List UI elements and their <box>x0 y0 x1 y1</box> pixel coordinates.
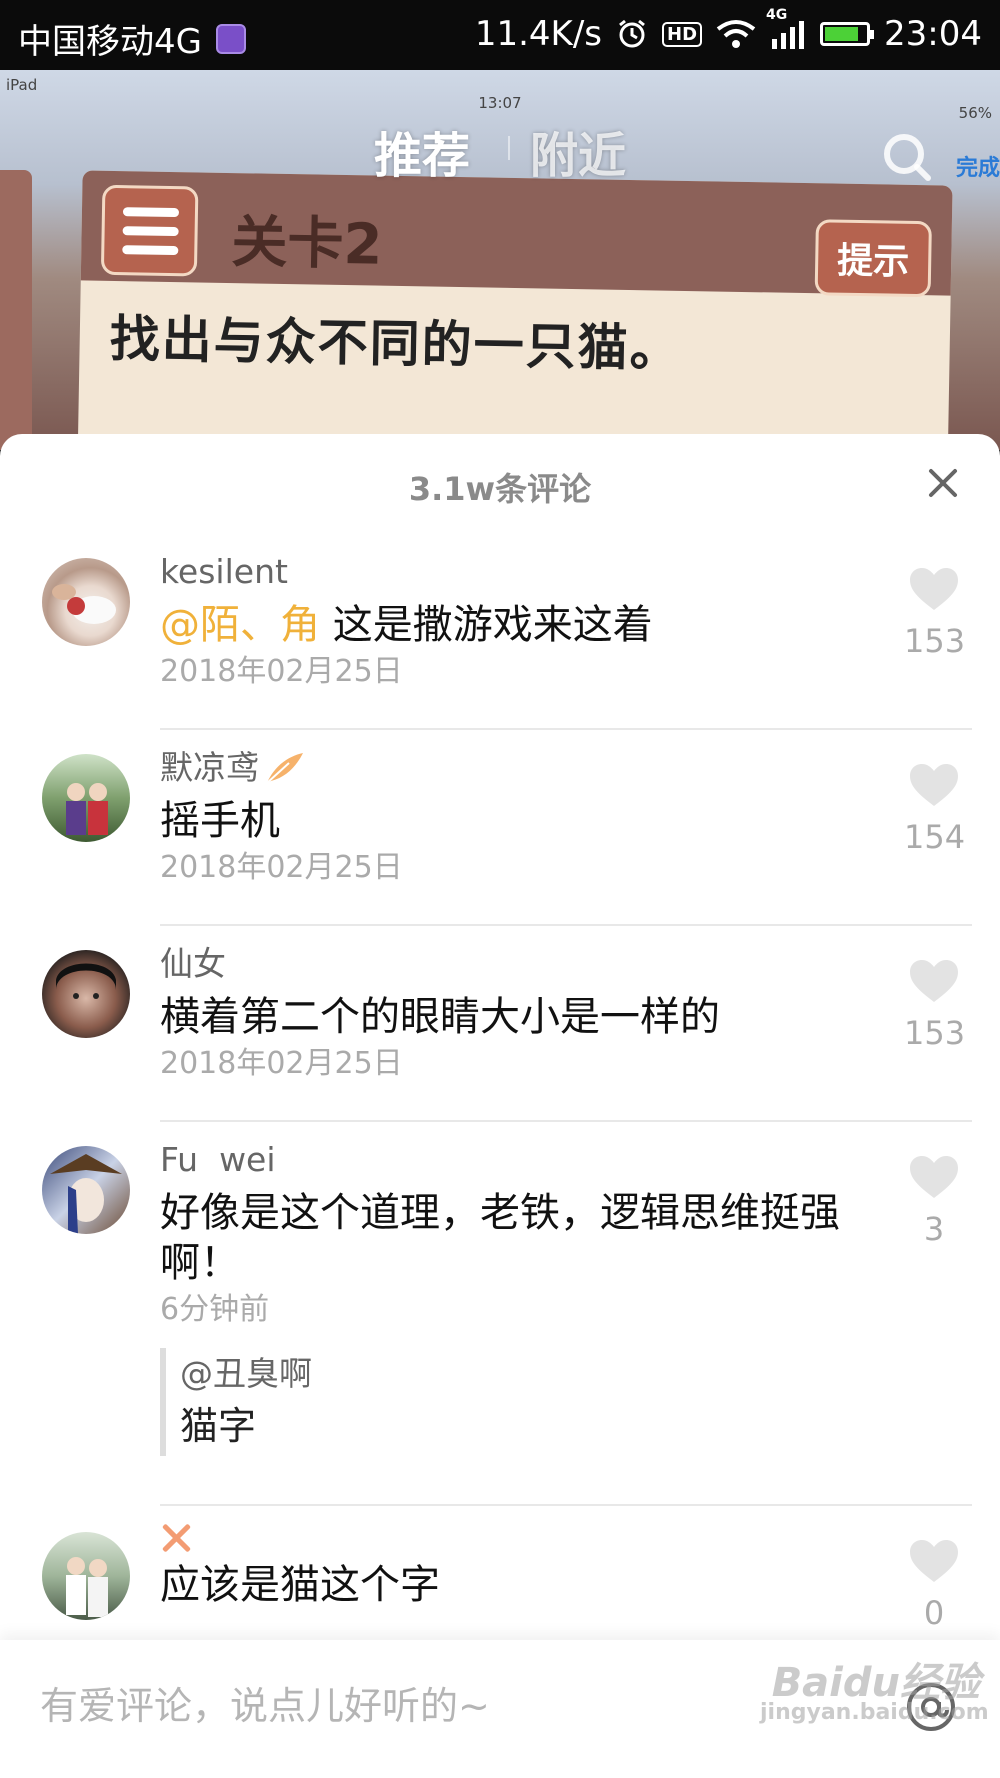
like-button[interactable]: 154 <box>904 762 966 856</box>
comment-username[interactable]: 仙女 <box>160 942 840 986</box>
comment-input[interactable] <box>38 1670 862 1742</box>
reply-quote[interactable]: @丑臭啊 猫字 <box>160 1348 840 1456</box>
comment-item: 默凉鸢 摇手机 2018年02月25日 154 <box>0 730 1000 926</box>
game-card: 关卡2 提示 找出与众不同的一只猫。 <box>77 170 953 450</box>
sheet-header: 3.1w条评论 <box>0 434 1000 534</box>
reply-text: 猫字 <box>180 1404 257 1448</box>
like-count: 3 <box>923 1210 945 1248</box>
comment-time: 6分钟前 <box>160 1292 270 1327</box>
avatar[interactable] <box>42 950 130 1038</box>
tab-recommend[interactable]: 推荐 <box>374 116 470 186</box>
comment-text: 应该是猫这个字 <box>160 1562 440 1608</box>
heart-icon <box>910 1540 958 1582</box>
heart-icon <box>910 1156 958 1198</box>
comment-text-body: 这是撒游戏来这着 <box>320 602 653 648</box>
comment-text: 好像是这个道理，老铁，逻辑思维挺强啊！ <box>160 1190 840 1286</box>
heart-icon <box>910 960 958 1002</box>
hd-icon: HD <box>662 21 703 47</box>
comment-count-title: 3.1w条评论 <box>408 470 592 508</box>
heart-icon <box>910 764 958 806</box>
top-nav: 推荐 附近 完成 <box>0 116 1000 186</box>
tab-nearby[interactable]: 附近 <box>530 116 626 186</box>
close-icon[interactable] <box>922 462 964 504</box>
game-level-label: 关卡2 <box>230 210 383 278</box>
comment-username[interactable]: Fu wei <box>160 1138 840 1182</box>
like-count: 153 <box>904 1014 966 1052</box>
alarm-icon <box>616 18 648 50</box>
mention-link[interactable]: @陌、角 <box>160 602 320 648</box>
like-button[interactable]: 153 <box>904 566 966 660</box>
comment-text: 横着第二个的眼睛大小是一样的 <box>160 994 720 1040</box>
like-button[interactable]: 0 <box>904 1538 964 1632</box>
feather-badge-icon <box>265 751 305 785</box>
reply-username[interactable]: @丑臭啊 <box>180 1352 840 1396</box>
done-label: 完成 <box>955 156 1000 181</box>
like-count: 154 <box>904 818 966 856</box>
side-card <box>0 170 32 450</box>
avatar[interactable] <box>42 1146 130 1234</box>
comment-username[interactable] <box>160 1522 840 1554</box>
game-task-text: 找出与众不同的一只猫。 <box>109 309 683 378</box>
tab-divider <box>508 136 510 160</box>
comment-text: @陌、角 这是撒游戏来这着 <box>160 600 840 650</box>
avatar[interactable] <box>42 558 130 646</box>
at-mention-icon[interactable] <box>904 1680 958 1734</box>
carrier-label: 中国移动4G <box>18 22 202 62</box>
avatar[interactable] <box>42 754 130 842</box>
network-speed: 11.4K/s <box>474 14 602 54</box>
x-mark-icon <box>160 1522 192 1554</box>
comment-text: 摇手机 <box>160 798 280 844</box>
comment-time: 2018年02月25日 <box>160 654 403 689</box>
ipad-time: 13:07 <box>478 94 522 112</box>
signal-icon: 4G <box>766 7 806 49</box>
like-button[interactable]: 3 <box>904 1154 964 1248</box>
avatar[interactable] <box>42 1532 130 1620</box>
comment-sheet: 3.1w条评论 kesilent @陌、角 这是撒游戏来这着 2018年02月2… <box>0 434 1000 1778</box>
battery-icon <box>820 22 875 46</box>
comment-item: Fu wei 好像是这个道理，老铁，逻辑思维挺强啊！ 6分钟前 @丑臭啊 猫字 … <box>0 1122 1000 1506</box>
status-bar: 中国移动4G 11.4K/s HD 4G 23:04 <box>0 0 1000 70</box>
comment-time: 2018年02月25日 <box>160 850 403 885</box>
clock-time: 23:04 <box>884 14 982 54</box>
like-count: 0 <box>923 1594 945 1632</box>
comment-item: kesilent @陌、角 这是撒游戏来这着 2018年02月25日 153 <box>0 534 1000 730</box>
comment-list[interactable]: kesilent @陌、角 这是撒游戏来这着 2018年02月25日 153 默… <box>0 534 1000 1666</box>
comment-time: 2018年02月25日 <box>160 1046 403 1081</box>
like-count: 153 <box>904 622 966 660</box>
game-header: 关卡2 提示 <box>80 170 953 298</box>
wifi-icon <box>716 19 756 49</box>
comment-username-text: 默凉鸢 <box>160 748 259 787</box>
network-type-label: 4G <box>766 7 788 23</box>
like-button[interactable]: 153 <box>904 958 966 1052</box>
comment-input-bar <box>0 1640 1000 1778</box>
comment-username[interactable]: 默凉鸢 <box>160 746 840 790</box>
heart-icon <box>910 568 958 610</box>
image-notification-icon <box>215 23 246 54</box>
game-hint-button: 提示 <box>814 219 932 298</box>
ipad-label: iPad <box>6 76 38 94</box>
comment-item: 仙女 横着第二个的眼睛大小是一样的 2018年02月25日 153 <box>0 926 1000 1122</box>
search-icon[interactable] <box>880 130 934 184</box>
comment-username[interactable]: kesilent <box>160 550 840 594</box>
game-menu-icon <box>100 184 199 277</box>
